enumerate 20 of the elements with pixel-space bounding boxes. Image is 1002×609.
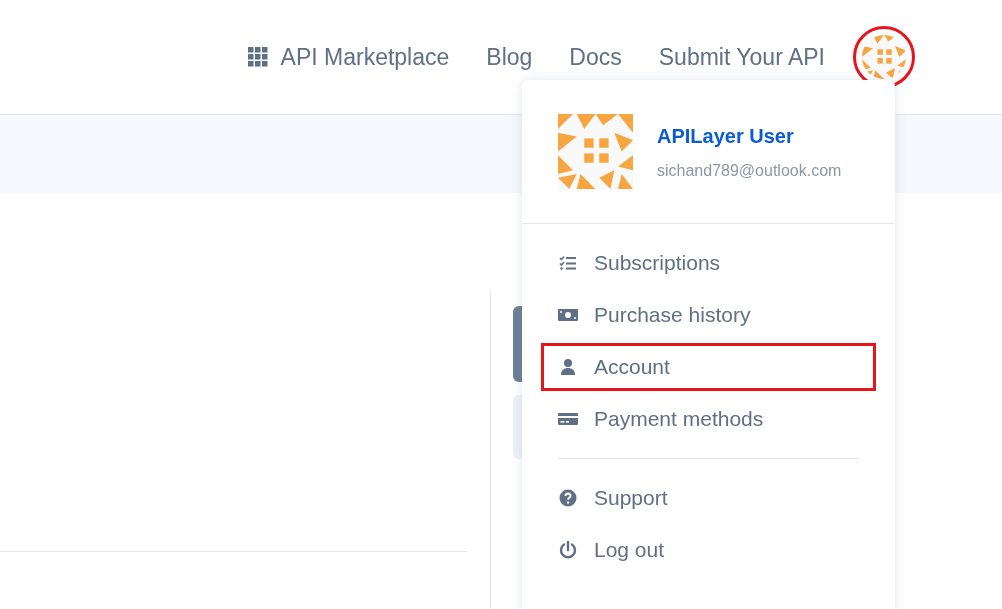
help-icon xyxy=(558,488,578,508)
menu-item[interactable]: Log out xyxy=(539,524,878,576)
menu-item[interactable]: Support xyxy=(539,472,878,524)
power-icon xyxy=(558,540,578,560)
menu-item[interactable]: Purchase history xyxy=(539,289,878,341)
user-email: sichand789@outlook.com xyxy=(657,160,842,181)
user-icon xyxy=(558,357,578,377)
menu-item[interactable]: Subscriptions xyxy=(539,237,878,289)
checklist-icon xyxy=(558,253,578,273)
user-name: APILayer User xyxy=(657,123,795,149)
menu-item[interactable]: Account xyxy=(539,341,878,393)
nav-link[interactable]: API Marketplace xyxy=(247,39,450,75)
nav-link[interactable]: Blog xyxy=(486,39,533,75)
identicon-icon xyxy=(862,35,906,79)
nav-link[interactable]: Docs xyxy=(569,39,622,75)
identicon-icon xyxy=(558,114,633,189)
grid-icon xyxy=(247,47,268,67)
avatar-button[interactable] xyxy=(862,35,906,79)
menu-item[interactable]: Payment methods xyxy=(539,393,878,445)
nav-link[interactable]: Submit Your API xyxy=(658,39,825,75)
